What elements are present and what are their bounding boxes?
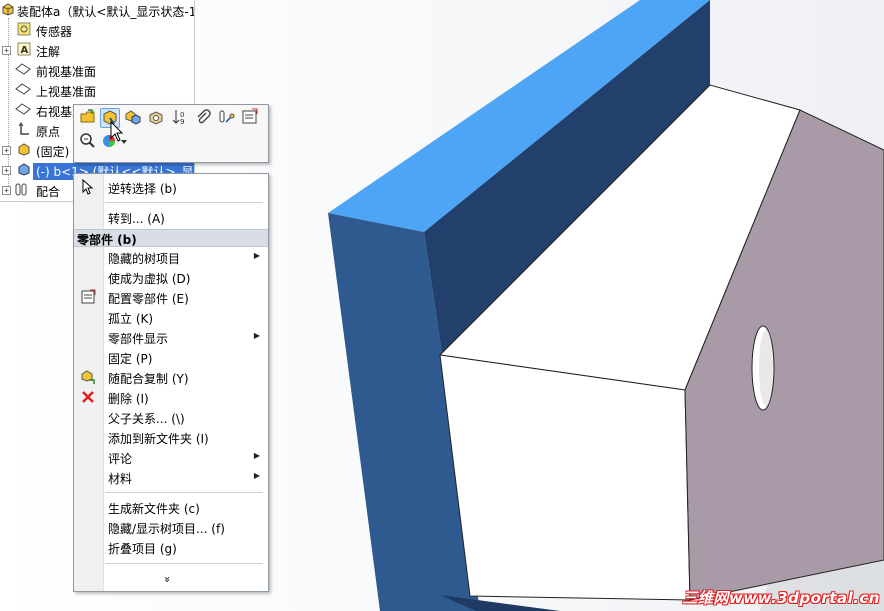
assembly-icon [0, 2, 16, 18]
tree-item-front-plane[interactable]: 前视基准面 [0, 60, 194, 80]
expand-toggle[interactable]: + [2, 46, 11, 55]
menu-separator [105, 202, 263, 203]
tree-item-sensors[interactable]: 传感器 [0, 20, 194, 40]
menu-item-label: 逆转选择 (b) [108, 182, 177, 196]
menu-item-label: 零部件显示 [108, 332, 169, 346]
plane-icon [15, 102, 31, 118]
config-component-icon [80, 289, 96, 305]
tree-item-label: 上视基准面 [36, 85, 97, 99]
menu-item-invert-selection[interactable]: 逆转选择 (b) [74, 177, 268, 197]
menu-item-label: 孤立 (K) [108, 312, 154, 326]
more-items-chevron-icon[interactable]: » [161, 576, 174, 583]
block-hole-inner [759, 330, 773, 406]
menu-item-label: 配置零部件 (E) [108, 292, 189, 306]
svg-text:A: A [21, 45, 29, 56]
part-icon [16, 162, 32, 178]
tree-root-label: 装配体a（默认<默认_显示状态-1 [17, 5, 195, 19]
menu-separator [105, 492, 263, 493]
tree-item-label: 注解 [36, 45, 61, 59]
tree-item-top-plane[interactable]: 上视基准面 [0, 80, 194, 100]
menu-item-make-virtual[interactable]: 使成为虚拟 (D) [74, 267, 268, 287]
component-properties-icon[interactable] [146, 108, 166, 128]
menu-item-label: 添加到新文件夹 (I) [108, 432, 209, 446]
submenu-arrow-icon: ▶ [253, 451, 260, 460]
assembly-icon[interactable] [123, 108, 143, 128]
menu-item-label: 折叠项目 (g) [108, 542, 177, 556]
menu-item-label: 父子关系... (\) [108, 412, 185, 426]
menu-item-collapse-items[interactable]: 折叠项目 (g) [74, 537, 268, 557]
plane-icon [15, 62, 31, 78]
plane-icon [15, 82, 31, 98]
tree-item-label: 前视基准面 [36, 65, 97, 79]
expand-toggle[interactable]: + [2, 166, 11, 175]
menu-item-delete[interactable]: 删除 (I) [74, 387, 268, 407]
context-toolbar: 09 [73, 104, 269, 163]
zoom-to-selection-icon[interactable] [78, 132, 98, 152]
open-part-icon[interactable] [78, 108, 98, 128]
tree-item-label: 配合 [36, 185, 61, 199]
tree-root[interactable]: 装配体a（默认<默认_显示状态-1 [0, 0, 194, 20]
tree-item-label: 原点 [36, 125, 61, 139]
context-menu: 逆转选择 (b) 转到... (A) 零部件 (b) 隐藏的树项目 ▶ 使成为虚… [73, 173, 269, 592]
tree-item-label: (固定) [36, 145, 70, 159]
menu-item-fix[interactable]: 固定 (P) [74, 347, 268, 367]
menu-item-label: 材料 [108, 472, 133, 486]
menu-item-isolate[interactable]: 孤立 (K) [74, 307, 268, 327]
submenu-arrow-icon: ▶ [253, 331, 260, 340]
sensor-icon [16, 22, 32, 38]
submenu-arrow-icon: ▶ [253, 251, 260, 260]
menu-item-component-display[interactable]: 零部件显示 ▶ [74, 327, 268, 347]
watermark: 三维网www.3dportal.cn [682, 589, 880, 607]
svg-text:9: 9 [180, 118, 184, 126]
tree-item-label: 传感器 [36, 25, 73, 39]
mouse-cursor-icon [110, 120, 124, 143]
cursor-icon [80, 178, 96, 195]
annotation-icon: A [16, 42, 32, 58]
menu-item-parent-child[interactable]: 父子关系... (\) [74, 407, 268, 427]
menu-item-label: 隐藏/显示树项目... (f) [108, 522, 225, 536]
menu-item-copy-with-mates[interactable]: 随配合复制 (Y) [74, 367, 268, 387]
menu-item-label: 固定 (P) [108, 352, 153, 366]
smart-mate-icon[interactable] [216, 108, 236, 128]
menu-item-add-to-new-folder[interactable]: 添加到新文件夹 (I) [74, 427, 268, 447]
feature-tree: 装配体a（默认<默认_显示状态-1 传感器 + A 注解 前视基准面 上视基准面… [0, 0, 195, 202]
menu-item-configure-component[interactable]: 配置零部件 (E) [74, 287, 268, 307]
menu-item-label: 评论 [108, 452, 133, 466]
menu-item-material[interactable]: 材料 ▶ [74, 467, 268, 487]
sort-icon[interactable]: 09 [170, 108, 190, 128]
menu-item-go-to[interactable]: 转到... (A) [74, 207, 268, 227]
paperclip-icon[interactable] [193, 108, 213, 128]
menu-item-label: 生成新文件夹 (c) [108, 502, 200, 516]
mates-icon [15, 182, 31, 198]
submenu-arrow-icon: ▶ [253, 471, 260, 480]
tree-item-annotations[interactable]: + A 注解 [0, 40, 194, 60]
expand-toggle[interactable]: + [2, 146, 11, 155]
menu-item-label: 转到... (A) [108, 212, 165, 226]
menu-item-label: 使成为虚拟 (D) [108, 272, 191, 286]
origin-icon [16, 122, 32, 138]
configuration-icon[interactable] [240, 108, 260, 128]
menu-item-label: 删除 (I) [108, 392, 149, 406]
copy-with-mates-icon [80, 369, 96, 385]
part-icon [16, 142, 32, 158]
delete-icon [80, 389, 96, 405]
menu-item-hide-show-tree-items[interactable]: 隐藏/显示树项目... (f) [74, 517, 268, 537]
menu-item-label: 随配合复制 (Y) [108, 372, 189, 386]
menu-item-label: 隐藏的树项目 [108, 252, 181, 266]
expand-toggle[interactable]: + [2, 186, 11, 195]
menu-separator [105, 563, 263, 564]
menu-section-title: 零部件 (b) [77, 233, 137, 247]
menu-item-create-new-folder[interactable]: 生成新文件夹 (c) [74, 497, 268, 517]
block-front-face [439, 354, 691, 601]
menu-item-hidden-tree-items[interactable]: 隐藏的树项目 ▶ [74, 247, 268, 267]
menu-item-comment[interactable]: 评论 ▶ [74, 447, 268, 467]
menu-section-header: 零部件 (b) [74, 229, 268, 247]
